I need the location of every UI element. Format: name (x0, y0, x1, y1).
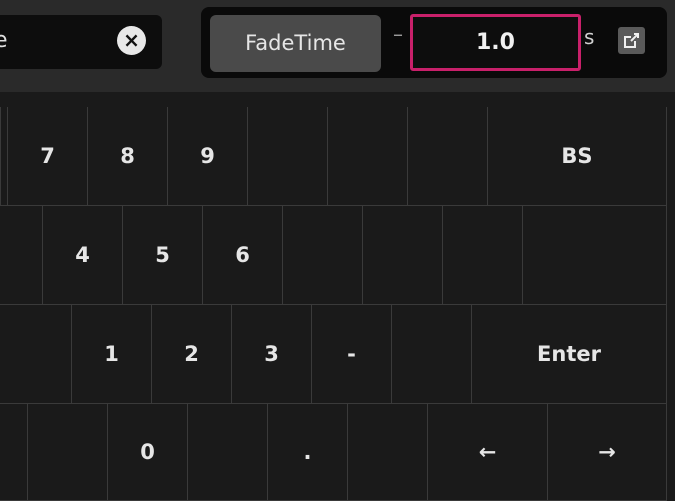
popout-icon[interactable] (618, 27, 645, 54)
parameter-separator: – (393, 22, 403, 46)
key-blank[interactable] (188, 404, 268, 501)
key-8[interactable]: 8 (88, 107, 168, 206)
key-enter[interactable]: Enter (472, 305, 667, 404)
key-blank[interactable] (0, 404, 28, 501)
key-blank[interactable] (348, 404, 428, 501)
key-4[interactable]: 4 (43, 206, 123, 305)
key-blank[interactable] (0, 206, 43, 305)
key-5[interactable]: 5 (123, 206, 203, 305)
parameter-value-field[interactable]: 1.0 (410, 14, 581, 71)
key-1[interactable]: 1 (72, 305, 152, 404)
name-input-value: e (0, 28, 8, 53)
key-6[interactable]: 6 (203, 206, 283, 305)
key-7[interactable]: 7 (8, 107, 88, 206)
key-2[interactable]: 2 (152, 305, 232, 404)
key-period[interactable]: . (268, 404, 348, 501)
key-blank[interactable] (363, 206, 443, 305)
parameter-unit: s (584, 25, 595, 49)
key-blank[interactable] (392, 305, 472, 404)
key-blank[interactable] (0, 107, 8, 206)
key-blank[interactable] (328, 107, 408, 206)
parameter-name-button[interactable]: FadeTime (210, 15, 381, 72)
key-arrow-right[interactable]: → (548, 404, 667, 501)
key-0[interactable]: 0 (108, 404, 188, 501)
key-blank[interactable] (443, 206, 523, 305)
key-blank[interactable] (248, 107, 328, 206)
key-blank[interactable] (408, 107, 488, 206)
key-blank[interactable] (28, 404, 108, 501)
key-backspace[interactable]: BS (488, 107, 667, 206)
clear-icon[interactable]: × (117, 26, 146, 55)
key-arrow-left[interactable]: ← (428, 404, 548, 501)
key-9[interactable]: 9 (168, 107, 248, 206)
key-blank[interactable] (523, 206, 667, 305)
key-3[interactable]: 3 (232, 305, 312, 404)
key-blank[interactable] (0, 305, 72, 404)
key-blank[interactable] (283, 206, 363, 305)
key-minus[interactable]: - (312, 305, 392, 404)
